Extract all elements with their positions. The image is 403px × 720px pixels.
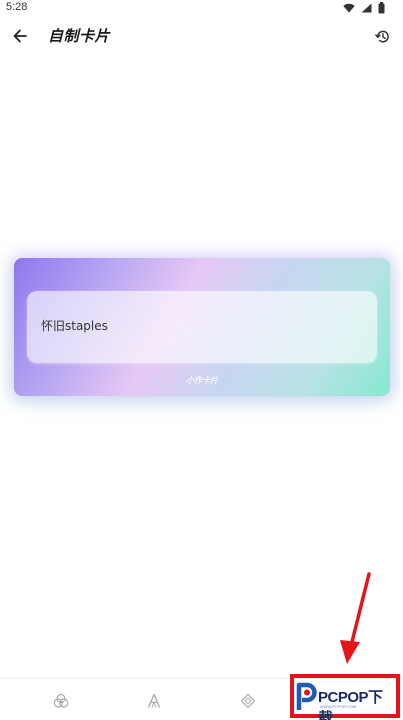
arrow-left-icon — [13, 29, 27, 43]
watermark-subtext: WWW.PCPOP.COM — [320, 704, 357, 709]
layers-icon — [53, 693, 69, 708]
back-button[interactable] — [10, 24, 30, 48]
status-icons — [343, 2, 385, 14]
pcpop-watermark: PCPOP下载 WWW.PCPOP.COM — [296, 680, 396, 720]
watermark-text: PCPOP下载 — [318, 689, 383, 720]
card-preview[interactable]: 怀旧staples 小作卡片 — [14, 258, 390, 396]
history-icon — [374, 30, 389, 42]
battery-icon — [378, 2, 385, 14]
status-time: 5:28 — [6, 1, 28, 13]
red-arrow-annotation — [340, 572, 371, 664]
history-button[interactable] — [371, 25, 393, 47]
shape-icon — [240, 693, 256, 709]
wifi-icon — [343, 3, 355, 13]
card-text: 怀旧staples — [41, 319, 108, 333]
font-icon — [147, 693, 161, 708]
card-watermark: 小作卡片 — [186, 375, 218, 385]
app-bar: 自制卡片 — [0, 20, 403, 52]
toolbar-shape-button[interactable] — [238, 691, 258, 711]
signal-icon — [361, 3, 372, 13]
pcpop-logo-icon — [296, 682, 317, 710]
card-content-box[interactable]: 怀旧staples — [27, 291, 377, 363]
status-bar: 5:28 — [0, 0, 403, 18]
toolbar-layers-button[interactable] — [51, 691, 71, 711]
toolbar-font-button[interactable] — [144, 691, 164, 711]
page-title: 自制卡片 — [48, 27, 111, 45]
